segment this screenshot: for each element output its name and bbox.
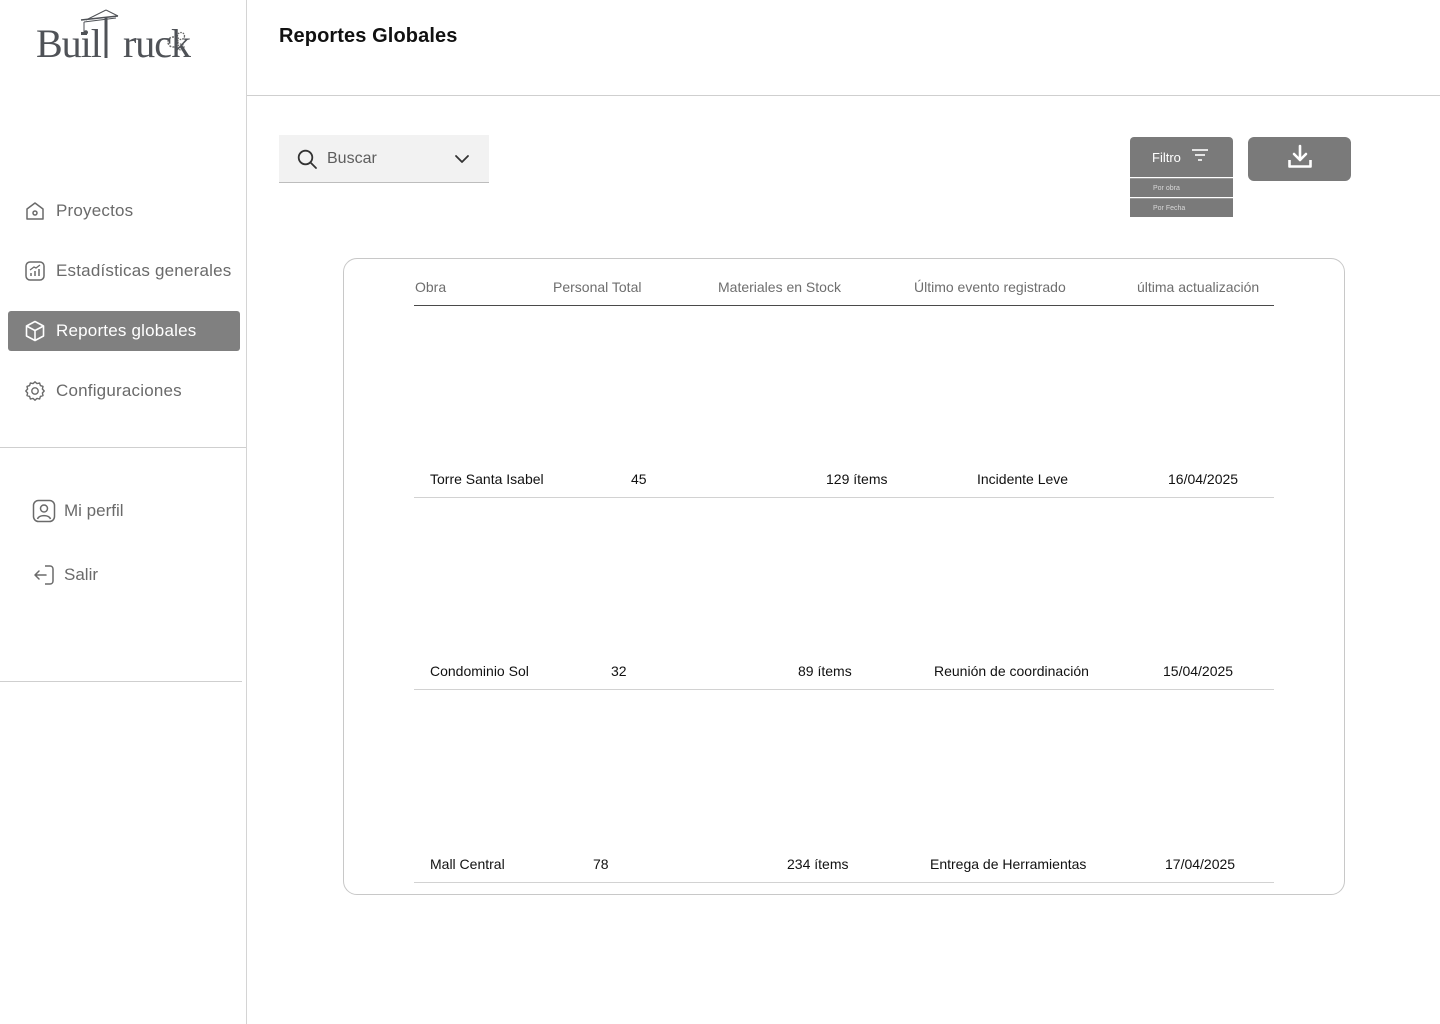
download-icon [1287,144,1313,175]
cell-personal: 32 [611,663,627,679]
column-header-materiales: Materiales en Stock [718,279,841,295]
chart-icon [23,259,47,283]
sidebar-item-proyectos[interactable]: Proyectos [8,191,240,231]
sidebar-item-label: Mi perfil [64,501,124,520]
sidebar-divider [0,447,246,448]
sidebar-item-label: Salir [64,565,99,584]
cell-fecha: 16/04/2025 [1168,471,1239,487]
table-row-divider [414,497,1274,498]
header-divider [414,305,1274,306]
sidebar-item-label: Proyectos [56,201,134,220]
cell-materiales: 234 ítems [787,856,849,872]
page-title: Reportes Globales [279,25,458,47]
home-icon [23,199,47,223]
cell-obra: Condominio Sol [430,663,529,679]
table-row-divider [414,689,1274,690]
filter-option-por-fecha[interactable]: Por Fecha [1130,198,1233,217]
sidebar: BuilTruck Proyectos Estadísticas general… [0,0,247,1024]
search-icon [296,148,318,170]
search-placeholder: Buscar [327,149,377,167]
gear-icon [23,379,47,403]
filter-label: Filtro [1152,149,1181,165]
table-row-divider [414,882,1274,883]
logout-icon [31,562,57,588]
sidebar-item-mi-perfil[interactable]: Mi perfil [31,497,124,525]
sidebar-item-estadisticas[interactable]: Estadísticas generales [8,251,240,291]
column-header-personal: Personal Total [553,279,642,295]
cell-personal: 78 [593,856,609,872]
cell-fecha: 15/04/2025 [1163,663,1234,679]
brand-name: BuilTruck [36,21,191,66]
sidebar-item-salir[interactable]: Salir [31,561,98,589]
cell-materiales: 89 ítems [798,663,852,679]
cell-personal: 45 [631,471,647,487]
filter-option-por-obra[interactable]: Por obra [1130,178,1233,197]
logo: BuilTruck [36,6,196,66]
user-icon [31,498,57,524]
sidebar-item-reportes[interactable]: Reportes globales [8,311,240,351]
cell-fecha: 17/04/2025 [1165,856,1236,872]
filter-button[interactable]: Filtro [1130,137,1233,177]
column-header-actualizacion: última actualización [1137,279,1260,295]
page-header: Reportes Globales [247,0,1440,96]
search-input[interactable]: Buscar [279,135,489,183]
sidebar-divider [0,681,242,682]
chevron-down-icon[interactable] [452,149,472,169]
filter-icon [1191,148,1209,167]
cell-evento: Reunión de coordinación [934,663,1089,679]
cell-materiales: 129 ítems [826,471,888,487]
column-header-obra: Obra [415,279,447,295]
sidebar-item-label: Estadísticas generales [56,261,232,280]
download-button[interactable] [1248,137,1351,181]
report-table-card [343,258,1345,895]
sidebar-item-label: Configuraciones [56,381,182,400]
column-header-evento: Último evento registrado [914,279,1066,295]
sidebar-item-configuraciones[interactable]: Configuraciones [8,371,240,411]
cell-evento: Incidente Leve [977,471,1069,487]
sidebar-item-label: Reportes globales [56,321,197,340]
cube-icon [23,319,47,343]
cell-evento: Entrega de Herramientas [930,856,1087,872]
cell-obra: Mall Central [430,856,505,872]
cell-obra: Torre Santa Isabel [430,471,544,487]
